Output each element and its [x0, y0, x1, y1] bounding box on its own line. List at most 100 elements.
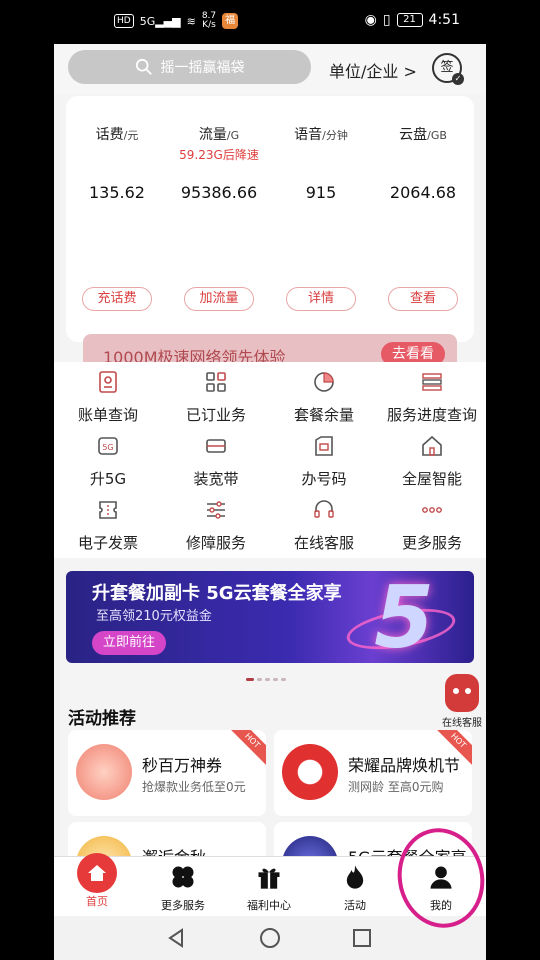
activity-card-honor[interactable]: 荣耀品牌焕机节 测网龄 至高0元购 HOT: [274, 730, 472, 816]
status-right: ◉ ▯ 21 4:51: [365, 12, 460, 28]
metric-label: 话费: [95, 127, 124, 143]
metric-label: 云盘: [399, 127, 428, 143]
tab-label: 福利中心: [247, 899, 291, 912]
metric-value: 915: [305, 183, 337, 202]
status-bar: HD 5G▂▄▆ ≋ 8.7 K/s 福 ◉ ▯ 21 4:51: [54, 0, 486, 44]
metric-label: 流量: [198, 127, 227, 143]
home-circle-icon[interactable]: [258, 926, 282, 950]
service-online-support[interactable]: 在线客服: [270, 494, 378, 556]
details-button[interactable]: 详情: [286, 287, 356, 311]
back-triangle-icon[interactable]: [164, 926, 188, 950]
metric-value: 135.62: [89, 183, 145, 202]
recents-square-icon[interactable]: [350, 926, 374, 950]
status-left: HD 5G▂▄▆ ≋ 8.7 K/s 福: [114, 11, 239, 30]
check-badge-icon: ✓: [452, 73, 464, 85]
metric-voice[interactable]: 语音/分钟 915: [270, 124, 372, 202]
service-e-invoice[interactable]: 电子发票: [54, 494, 162, 556]
net-speed: 8.7 K/s: [201, 11, 217, 30]
phone-screen: HD 5G▂▄▆ ≋ 8.7 K/s 福 ◉ ▯ 21 4:51 摇一摇赢福袋 单…: [0, 0, 540, 960]
service-bill-query[interactable]: 账单查询: [54, 366, 162, 428]
vibrate-icon: ▯: [382, 12, 391, 28]
invoice-icon: [99, 501, 117, 519]
more-dots-icon: [422, 507, 442, 513]
service-label: 更多服务: [401, 534, 462, 552]
tab-activities[interactable]: 活动: [312, 857, 398, 916]
hot-badge: HOT: [225, 730, 266, 768]
service-broadband[interactable]: 装宽带: [162, 430, 270, 492]
service-label: 电子发票: [77, 534, 138, 552]
search-placeholder: 摇一摇赢福袋: [160, 60, 245, 76]
metric-label: 语音: [294, 127, 323, 143]
activity-desc: 抢爆款业务低至0元: [142, 780, 246, 794]
tab-welfare-center[interactable]: 福利中心: [226, 857, 312, 916]
service-grid: 账单查询 已订业务 套餐余量 服务进度查询 5G 升5G 装宽带 办号码 全屋智…: [54, 362, 486, 558]
metric-sub: [372, 146, 474, 161]
top-bar: 摇一摇赢福袋 单位/企业 > 签 ✓: [54, 44, 486, 94]
view-cloud-button[interactable]: 查看: [388, 287, 458, 311]
metric-data[interactable]: 流量/G 59.23G后降速 95386.66: [168, 124, 270, 202]
service-repair[interactable]: 修障服务: [162, 494, 270, 556]
floating-customer-service[interactable]: 在线客服: [442, 674, 482, 729]
carousel-dot: [281, 678, 286, 681]
tab-label: 活动: [344, 899, 366, 912]
metric-sub: [270, 146, 372, 161]
service-label: 服务进度查询: [386, 406, 477, 424]
service-label: 修障服务: [185, 534, 246, 552]
app-notification-icon: 福: [222, 13, 239, 29]
system-nav-bar: [54, 916, 486, 960]
service-label: 在线客服: [293, 534, 354, 552]
service-new-number[interactable]: 办号码: [270, 430, 378, 492]
signal-5g-icon: 5G▂▄▆: [139, 14, 181, 28]
svg-text:5G: 5G: [102, 443, 113, 452]
metric-phone-fee[interactable]: 话费/元 135.62: [66, 124, 168, 202]
home-icon: [77, 853, 117, 893]
tab-more-services[interactable]: 更多服务: [140, 857, 226, 916]
gift-icon: [258, 868, 280, 889]
flame-icon: [346, 865, 364, 889]
app-content: 摇一摇赢福袋 单位/企业 > 签 ✓ 话费/元 135.62 流量/G 59.23…: [54, 44, 486, 916]
service-label: 账单查询: [77, 406, 138, 424]
wifi-icon: ≋: [186, 14, 196, 28]
service-subscribed[interactable]: 已订业务: [162, 366, 270, 428]
search-input[interactable]: 摇一摇赢福袋: [68, 50, 311, 84]
service-upgrade-5g[interactable]: 5G 升5G: [54, 430, 162, 492]
service-progress-query[interactable]: 服务进度查询: [378, 366, 486, 428]
service-label: 已订业务: [185, 406, 246, 424]
service-plan-balance[interactable]: 套餐余量: [270, 366, 378, 428]
balance-card: 话费/元 135.62 流量/G 59.23G后降速 95386.66 语音/分…: [66, 96, 474, 374]
banner-subtitle: 至高领210元权益金: [96, 609, 212, 624]
sim-card-icon: [315, 436, 333, 456]
unit-enterprise-link[interactable]: 单位/企业 >: [329, 58, 417, 82]
tab-home[interactable]: 首页: [54, 853, 140, 916]
service-more[interactable]: 更多服务: [378, 494, 486, 556]
metric-value: 2064.68: [389, 183, 457, 202]
add-data-button[interactable]: 加流量: [184, 287, 254, 311]
activity-title: 秒百万神券: [142, 756, 223, 775]
banner-title: 升套餐加副卡 5G云套餐全家享: [92, 583, 342, 604]
metric-unit: /GB: [427, 129, 447, 142]
sliders-icon: [207, 501, 225, 519]
tab-label: 首页: [86, 895, 108, 908]
sign-in-icon[interactable]: 签 ✓: [432, 53, 464, 85]
service-label: 升5G: [89, 470, 127, 488]
metric-unit: /G: [226, 129, 240, 142]
service-smart-home[interactable]: 全屋智能: [378, 430, 486, 492]
banner-go-button[interactable]: 立即前往: [92, 631, 166, 655]
phone-thumb-icon: [282, 744, 338, 800]
promo-banner[interactable]: 5 升套餐加副卡 5G云套餐全家享 至高领210元权益金 立即前往: [66, 571, 474, 663]
recharge-button[interactable]: 充话费: [82, 287, 152, 311]
activity-desc: 测网龄 至高0元购: [348, 780, 444, 794]
eye-icon: ◉: [364, 12, 377, 28]
mascot-icon: [445, 674, 479, 712]
service-label: 装宽带: [193, 470, 239, 488]
metric-unit: /分钟: [322, 129, 348, 142]
carousel-indicator: [246, 678, 286, 681]
metric-value: 95386.66: [180, 183, 258, 202]
headset-icon: [314, 500, 334, 518]
carousel-dot: [273, 678, 278, 681]
metric-cloud[interactable]: 云盘/GB 2064.68: [372, 124, 474, 202]
battery-icon: 21: [396, 13, 423, 27]
activity-card-coupons[interactable]: 秒百万神券 抢爆款业务低至0元 HOT: [68, 730, 266, 816]
service-label: 全屋智能: [401, 470, 462, 488]
grid-apps-icon: [206, 372, 226, 392]
